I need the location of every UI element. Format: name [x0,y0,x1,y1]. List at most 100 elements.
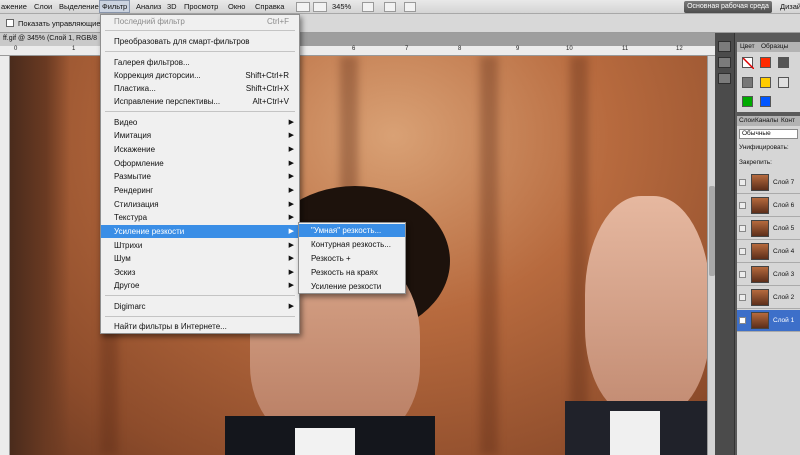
curtain-fold [570,56,588,455]
actions-icon[interactable] [718,57,731,68]
visibility-toggle[interactable] [739,179,746,186]
layer-row-selected[interactable]: Слой 1 [737,310,800,332]
submenu-item-unsharp-mask[interactable]: Контурная резкость... [299,238,405,251]
submenu-item-smart-sharpen[interactable]: "Умная" резкость... [299,224,405,237]
submenu-item-sharpen[interactable]: Усиление резкости [299,280,405,293]
menu-item-digimarc[interactable]: Digimarc ▶ [101,300,299,313]
menu-item-sketch[interactable]: Эскиз ▶ [101,266,299,279]
menu-select[interactable]: Выделение [59,2,99,11]
layer-name: Слой 5 [773,225,795,232]
swatch-gray[interactable] [742,77,753,88]
menu-item-texture[interactable]: Текстура ▶ [101,211,299,224]
screen-mode-icon[interactable] [296,2,310,12]
workspace-button[interactable]: Основная рабочая среда [684,1,772,13]
menu-item-render[interactable]: Рендеринг ▶ [101,184,299,197]
zoom-level[interactable]: 345% [332,2,351,11]
menu-item-lens-correction[interactable]: Коррекция дисторсии... Shift+Ctrl+R [101,69,299,82]
tab-paths[interactable]: Конт [781,117,795,124]
visibility-toggle[interactable] [739,294,746,301]
show-controls-checkbox[interactable] [6,19,14,27]
vertical-scrollbar[interactable] [707,56,715,455]
menu-item-label: Стилизация [114,200,159,209]
menu-item-label: Усиление резкости [114,227,185,236]
menu-filter[interactable]: Фильтр [98,0,131,13]
visibility-toggle[interactable] [739,271,746,278]
submenu-item-sharpen-more[interactable]: Резкость + [299,252,405,265]
menu-item-stylize[interactable]: Стилизация ▶ [101,198,299,211]
menu-bar: ажение Слои Выделение Фильтр Анализ 3D П… [0,0,800,14]
swatch-blue[interactable] [760,96,771,107]
menu-item-blur[interactable]: Размытие ▶ [101,170,299,183]
menu-layers[interactable]: Слои [34,2,52,11]
arrange-docs-icon[interactable] [384,2,396,12]
swatch-yellow[interactable] [760,77,771,88]
menu-window[interactable]: Окно [228,2,245,11]
menu-item-sharpen[interactable]: Усиление резкости ▶ [101,225,299,238]
visibility-toggle[interactable] [739,248,746,255]
swatch-none[interactable] [742,57,755,70]
visibility-toggle[interactable] [739,317,746,324]
design-workspace-button[interactable]: Дизай [780,2,800,11]
menu-view[interactable]: Просмотр [184,2,218,11]
ruler-tick: 6 [352,46,356,52]
menu-item-other[interactable]: Другое ▶ [101,279,299,292]
layer-row[interactable]: Слой 6 [737,195,800,217]
visibility-toggle[interactable] [739,202,746,209]
layer-row[interactable]: Слой 4 [737,241,800,263]
layer-row[interactable]: Слой 7 [737,172,800,194]
sharpen-submenu: "Умная" резкость... Контурная резкость..… [298,222,406,294]
menu-item-brush-strokes[interactable]: Штрихи ▶ [101,239,299,252]
menu-item-browse-filters-online[interactable]: Найти фильтры в Интернете... [101,320,299,333]
swatch-light[interactable] [778,77,789,88]
submenu-arrow-icon: ▶ [288,228,294,235]
menu-item-filter-gallery[interactable]: Галерея фильтров... [101,56,299,69]
tab-color[interactable]: Цвет [740,43,755,50]
tab-channels[interactable]: Каналы [755,117,778,124]
swatch-green[interactable] [742,96,753,107]
menu-separator [105,30,295,31]
tab-layers[interactable]: Слои [739,117,755,124]
submenu-item-sharpen-edges[interactable]: Резкость на краях [299,266,405,279]
submenu-arrow-icon: ▶ [288,173,294,180]
menu-item-liquify[interactable]: Пластика... Shift+Ctrl+X [101,82,299,95]
menu-item-artistic[interactable]: Имитация ▶ [101,129,299,142]
menu-item-vanishing-point[interactable]: Исправление перспективы... Alt+Ctrl+V [101,95,299,108]
menu-item-convert-smart-filters[interactable]: Преобразовать для смарт-фильтров [101,35,299,48]
hand-tool-icon[interactable] [313,2,327,12]
menu-3d[interactable]: 3D [167,2,177,11]
show-controls-label: Показать управляющие эл [18,19,111,28]
layer-row[interactable]: Слой 3 [737,264,800,286]
shortcut: Shift+Ctrl+X [245,84,289,93]
menu-item-video[interactable]: Видео ▶ [101,116,299,129]
layer-row[interactable]: Слой 5 [737,218,800,240]
submenu-arrow-icon: ▶ [288,255,294,262]
submenu-arrow-icon: ▶ [288,303,294,310]
menu-item-pixelate[interactable]: Оформление ▶ [101,157,299,170]
layer-thumbnail [751,220,769,237]
tab-swatches[interactable]: Образцы [761,43,788,50]
menu-image[interactable]: ажение [1,2,27,11]
menu-help[interactable]: Справка [255,2,284,11]
brush-icon[interactable] [718,73,731,84]
blend-mode-select[interactable]: Обычные [739,129,798,139]
visibility-toggle[interactable] [739,225,746,232]
menu-item-noise[interactable]: Шум ▶ [101,252,299,265]
layers-panel-tabs: Слои Каналы Конт [737,116,800,126]
ruler-tick: 1 [72,46,76,52]
menu-item-last-filter[interactable]: Последний фильтр Ctrl+F [101,15,299,28]
history-icon[interactable] [718,41,731,52]
curtain-shadow [10,56,70,455]
layer-thumbnail [751,266,769,283]
zoom-dropdown-icon[interactable] [362,2,374,12]
ruler-tick: 0 [14,46,18,52]
screen-layout-icon[interactable] [404,2,416,12]
menu-analysis[interactable]: Анализ [136,2,161,11]
menu-item-label: Имитация [114,131,152,140]
layer-row[interactable]: Слой 2 [737,287,800,309]
menu-item-label: Коррекция дисторсии... [114,71,201,80]
document-tab[interactable]: ff.gif @ 345% (Слой 1, RGB/8 [0,33,105,46]
menu-item-distort[interactable]: Искажение ▶ [101,143,299,156]
swatch-red[interactable] [760,57,771,68]
layer-name: Слой 7 [773,179,795,186]
swatch-gray[interactable] [778,57,789,68]
